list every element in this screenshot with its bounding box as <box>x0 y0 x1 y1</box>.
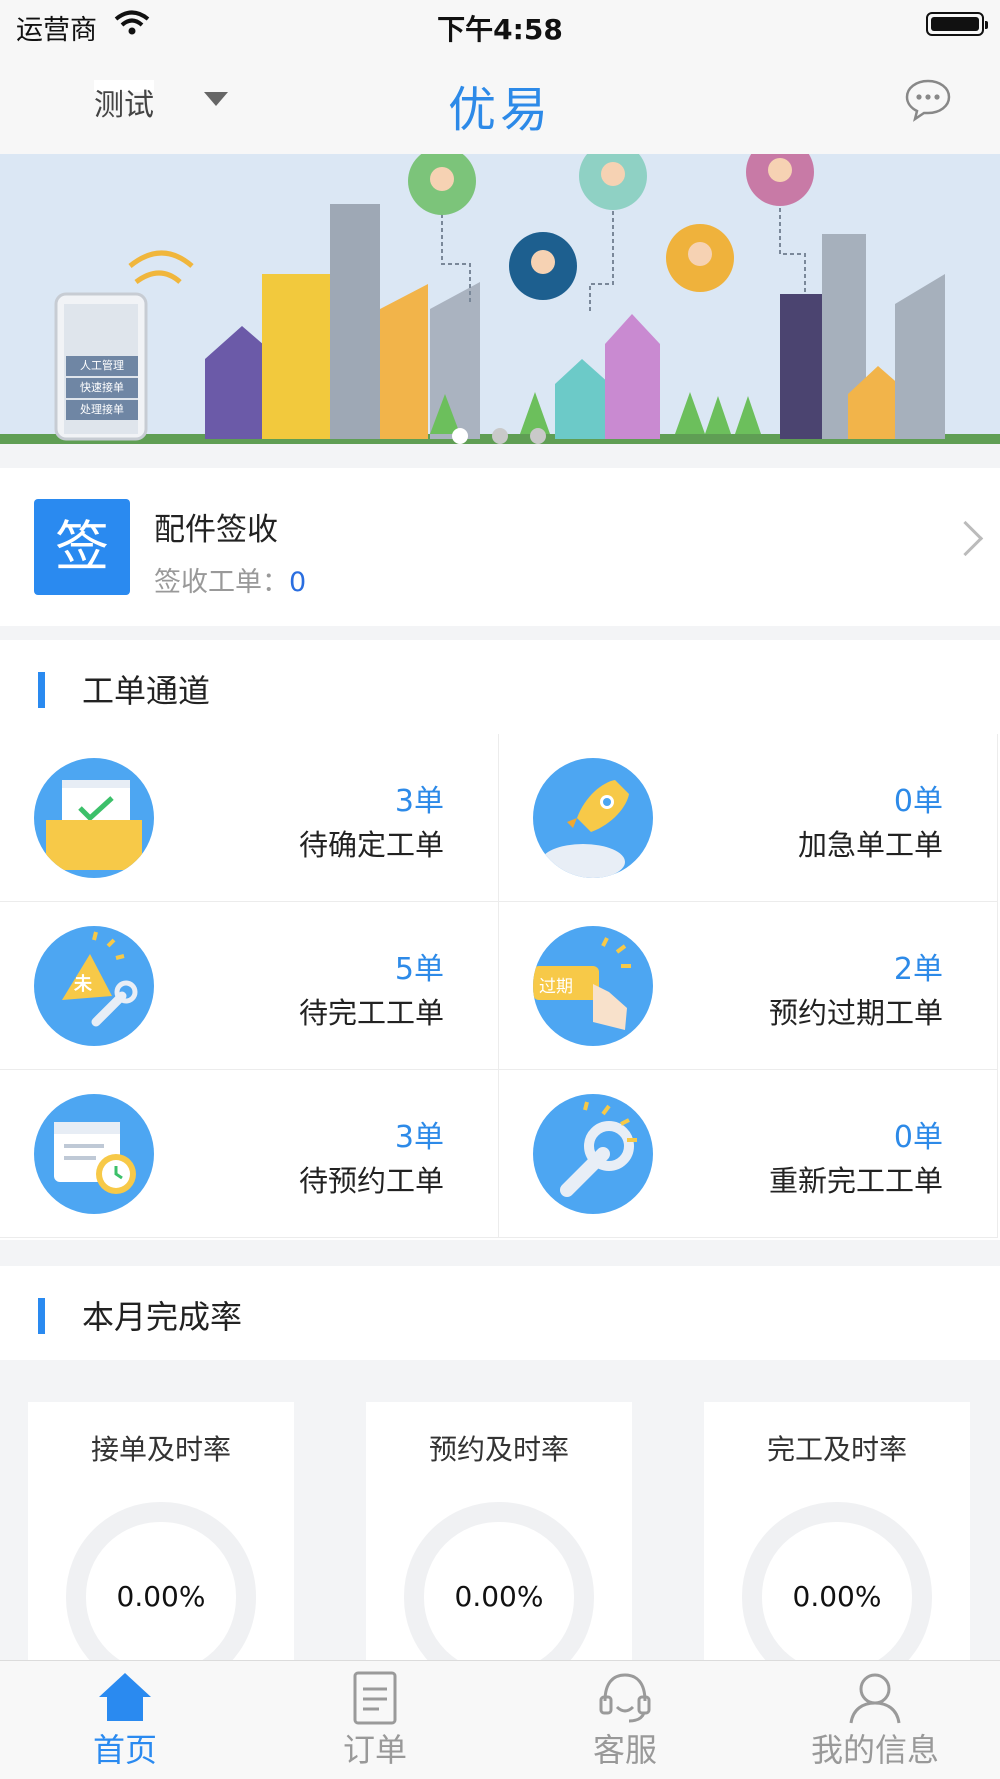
document-icon <box>347 1669 403 1725</box>
order-count: 0单 <box>893 784 943 819</box>
carousel-dot[interactable] <box>452 428 468 444</box>
tab-profile[interactable]: 我的信息 <box>750 1661 1000 1779</box>
tab-label: 客服 <box>592 1731 657 1769</box>
tab-label: 我的信息 <box>810 1731 939 1769</box>
tab-service[interactable]: 客服 <box>500 1661 750 1779</box>
parts-signin-card[interactable]: 签 配件签收 签收工单：0 <box>0 468 1000 626</box>
order-cell-expired[interactable]: 过期 2单 预约过期工单 <box>499 902 998 1070</box>
order-name: 待预约工单 <box>298 1164 444 1198</box>
carousel-indicator <box>0 428 1000 448</box>
calendar-clock-icon <box>34 1094 154 1214</box>
status-time: 下午4:58 <box>437 13 563 46</box>
tab-label: 首页 <box>92 1731 157 1769</box>
nav-bar: 测试 优易 <box>0 50 1000 154</box>
order-count: 5单 <box>394 952 444 987</box>
order-name: 待完工工单 <box>298 996 444 1030</box>
order-cell-recomplete[interactable]: 0单 重新完工工单 <box>499 1070 998 1238</box>
headset-icon <box>597 1669 653 1725</box>
order-name: 重新完工工单 <box>768 1164 943 1198</box>
order-count: 3单 <box>394 784 444 819</box>
order-cell-pending-complete[interactable]: 未 5单 待完工工单 <box>0 902 499 1070</box>
completion-header: 本月完成率 <box>0 1266 1000 1361</box>
rate-card-appointment[interactable]: 预约及时率 0.00% <box>366 1402 632 1692</box>
tab-home[interactable]: 首页 <box>0 1661 250 1779</box>
sign-badge-icon: 签 <box>34 499 130 595</box>
order-count: 0单 <box>893 1120 943 1155</box>
banner-phone-label: 处理接单 <box>66 400 138 420</box>
rate-value: 0.00% <box>116 1580 206 1613</box>
order-cell-urgent[interactable]: 0单 加急单工单 <box>499 734 998 902</box>
tab-bar: 首页 订单 客服 我的信息 <box>0 1660 1000 1779</box>
city-illustration <box>0 154 1000 444</box>
icon-text: 过期 <box>539 977 573 997</box>
order-name: 待确定工单 <box>298 828 444 862</box>
wrench-icon <box>533 1094 653 1214</box>
rocket-icon <box>533 758 653 878</box>
rate-label: 预约及时率 <box>428 1433 569 1466</box>
rate-card-accept[interactable]: 接单及时率 0.00% <box>28 1402 294 1692</box>
chat-bubble-icon[interactable] <box>904 78 952 126</box>
battery-icon <box>926 12 988 36</box>
order-count: 2单 <box>893 952 943 987</box>
section-title: 工单通道 <box>82 672 211 710</box>
tab-label: 订单 <box>342 1731 407 1769</box>
carousel-dot[interactable] <box>492 428 508 444</box>
order-cell-pending-confirm[interactable]: 3单 待确定工单 <box>0 734 499 902</box>
tab-orders[interactable]: 订单 <box>250 1661 500 1779</box>
work-order-grid: 3单 待确定工单 0单 加急单工单 未 5单 待完工工单 过期 2单 预约过期工… <box>0 734 1000 1240</box>
rate-value: 0.00% <box>792 1580 882 1613</box>
promo-banner[interactable]: 人工管理 快速接单 处理接单 <box>0 154 1000 444</box>
order-name: 加急单工单 <box>797 828 943 862</box>
envelope-check-icon <box>34 758 154 878</box>
rate-label: 完工及时率 <box>766 1433 907 1466</box>
rate-value: 0.00% <box>454 1580 544 1613</box>
completion-rates: 接单及时率 0.00% 预约及时率 0.00% 完工及时率 0.00% <box>0 1360 1000 1692</box>
order-name: 预约过期工单 <box>768 996 943 1030</box>
sign-card-title: 配件签收 <box>154 512 278 548</box>
section-accent-bar <box>38 1298 45 1334</box>
order-count: 3单 <box>394 1120 444 1155</box>
carousel-dot[interactable] <box>530 428 546 444</box>
user-icon <box>847 1669 903 1725</box>
section-title: 本月完成率 <box>82 1298 243 1336</box>
rate-card-complete[interactable]: 完工及时率 0.00% <box>704 1402 970 1692</box>
icon-text: 未 <box>74 974 92 995</box>
banner-phone-label: 快速接单 <box>66 378 138 398</box>
status-bar: 运营商 下午4:58 <box>0 0 1000 50</box>
app-title: 优易 <box>447 82 552 138</box>
expired-tap-icon: 过期 <box>533 926 653 1046</box>
order-cell-pending-appointment[interactable]: 3单 待预约工单 <box>0 1070 499 1238</box>
section-accent-bar <box>38 672 45 708</box>
sign-count: 0 <box>289 567 307 598</box>
home-icon <box>97 1669 153 1725</box>
sign-card-subtitle: 签收工单：0 <box>154 567 307 598</box>
chevron-right-icon <box>947 520 984 557</box>
rate-label: 接单及时率 <box>90 1433 231 1466</box>
banner-phone-label: 人工管理 <box>66 356 138 376</box>
unfinished-wrench-icon: 未 <box>34 926 154 1046</box>
work-orders-header: 工单通道 <box>0 640 1000 735</box>
